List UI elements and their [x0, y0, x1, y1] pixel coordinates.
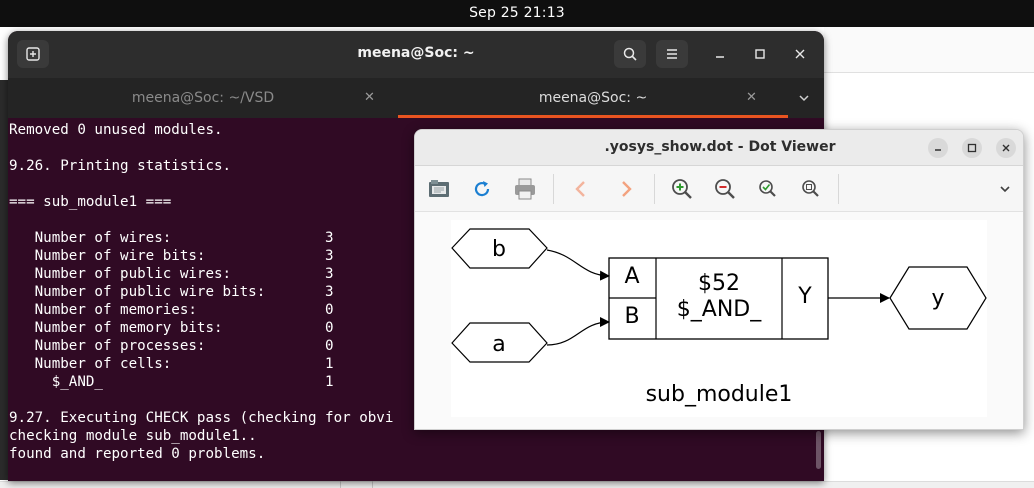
tab-label: meena@Soc: ~/VSD — [131, 90, 275, 106]
terminal-tab-bar: meena@Soc: ~/VSD ✕ meena@Soc: ~ ✕ — [8, 78, 824, 118]
maximize-icon — [755, 49, 765, 59]
close-icon — [1002, 144, 1010, 152]
port-y-label: Y — [797, 284, 812, 309]
dot-viewer-titlebar[interactable]: .yosys_show.dot - Dot Viewer — [415, 130, 1023, 166]
zoom-out-icon — [715, 179, 735, 199]
minimize-icon — [935, 149, 941, 151]
zoom-100-button[interactable] — [799, 177, 823, 201]
background-app-divider — [340, 481, 341, 488]
maximize-icon — [967, 143, 977, 153]
forward-button[interactable] — [614, 177, 638, 201]
input-node-b[interactable]: b — [451, 228, 548, 269]
back-button[interactable] — [569, 177, 593, 201]
close-button[interactable] — [996, 138, 1016, 158]
open-button[interactable] — [427, 177, 451, 201]
zoom-fit-button[interactable] — [756, 177, 780, 201]
cell-id-label: $52 — [698, 271, 740, 296]
toolbar-separator — [838, 174, 839, 204]
maximize-button[interactable] — [750, 44, 770, 64]
output-node-y[interactable]: y — [889, 266, 987, 330]
port-a-label: A — [624, 264, 639, 289]
clock[interactable]: Sep 25 21:13 — [0, 5, 1034, 21]
arrow-right-icon — [622, 181, 632, 197]
hamburger-menu-icon — [667, 49, 677, 59]
tab-close-icon[interactable]: ✕ — [746, 78, 757, 118]
cell-type-label: $_AND_ — [677, 297, 762, 322]
background-app-toolbar — [824, 27, 1034, 73]
netlist-graph[interactable]: b a A B $52 $_AND_ Y y sub_module1 — [451, 220, 987, 417]
zoom-fit-icon — [759, 180, 776, 197]
top-bar: Sep 25 21:13 — [0, 0, 1034, 27]
search-button[interactable] — [614, 40, 646, 68]
menu-button[interactable] — [656, 40, 688, 68]
terminal-title: meena@Soc: ~ — [357, 45, 475, 61]
dot-viewer-window[interactable]: .yosys_show.dot - Dot Viewer b a A B $52… — [414, 129, 1024, 430]
tab-label: meena@Soc: ~ — [538, 90, 648, 106]
search-icon — [623, 47, 637, 61]
node-label-a: a — [492, 332, 505, 357]
print-button[interactable] — [513, 177, 537, 201]
tab-home[interactable]: meena@Soc: ~ ✕ — [398, 78, 788, 118]
chevron-down-icon — [799, 95, 809, 102]
graph-title: sub_module1 — [646, 382, 793, 407]
background-app-statusbar — [0, 481, 1034, 488]
minimize-icon — [716, 56, 724, 58]
node-label-y: y — [931, 286, 944, 311]
desktop: Sep 25 21:13 meena@Soc: ~ meena@Soc: ~/V… — [0, 0, 1034, 488]
zoom-in-icon — [672, 179, 692, 199]
maximize-button[interactable] — [962, 138, 982, 158]
dot-viewer-toolbar — [415, 166, 1023, 212]
and-cell[interactable]: A B $52 $_AND_ Y — [608, 257, 829, 340]
close-icon — [795, 49, 805, 59]
terminal-headerbar[interactable]: meena@Soc: ~ — [8, 31, 824, 78]
minimize-button[interactable] — [928, 138, 948, 158]
close-button[interactable] — [790, 44, 810, 64]
tab-close-icon[interactable]: ✕ — [364, 78, 375, 118]
edge-a-to-B — [546, 317, 610, 346]
open-file-icon — [429, 180, 449, 197]
reload-button[interactable] — [470, 177, 494, 201]
toolbar-separator — [553, 174, 554, 204]
print-icon — [515, 178, 535, 200]
graph-canvas[interactable]: b a A B $52 $_AND_ Y y sub_module1 — [451, 220, 987, 417]
zoom-in-button[interactable] — [670, 177, 694, 201]
tab-vsd[interactable]: meena@Soc: ~/VSD ✕ — [8, 78, 398, 118]
port-b-label: B — [624, 304, 639, 329]
toolbar-separator — [654, 174, 655, 204]
arrow-left-icon — [575, 181, 585, 197]
minimize-button[interactable] — [710, 44, 730, 64]
input-node-a[interactable]: a — [451, 322, 548, 363]
terminal-line: found and reported 0 problems. — [9, 446, 266, 462]
reload-icon — [474, 181, 490, 197]
background-app-sidebar — [0, 80, 8, 480]
node-label-b: b — [492, 237, 506, 262]
tab-list-dropdown[interactable] — [794, 88, 814, 108]
chevron-down-icon — [1000, 186, 1010, 193]
zoom-out-button[interactable] — [713, 177, 737, 201]
edge-b-to-A — [546, 249, 610, 281]
terminal-scrollbar[interactable] — [816, 431, 821, 469]
zoom-original-icon — [802, 180, 819, 197]
toolbar-overflow-button[interactable] — [993, 177, 1017, 201]
background-app-divider — [372, 481, 373, 488]
